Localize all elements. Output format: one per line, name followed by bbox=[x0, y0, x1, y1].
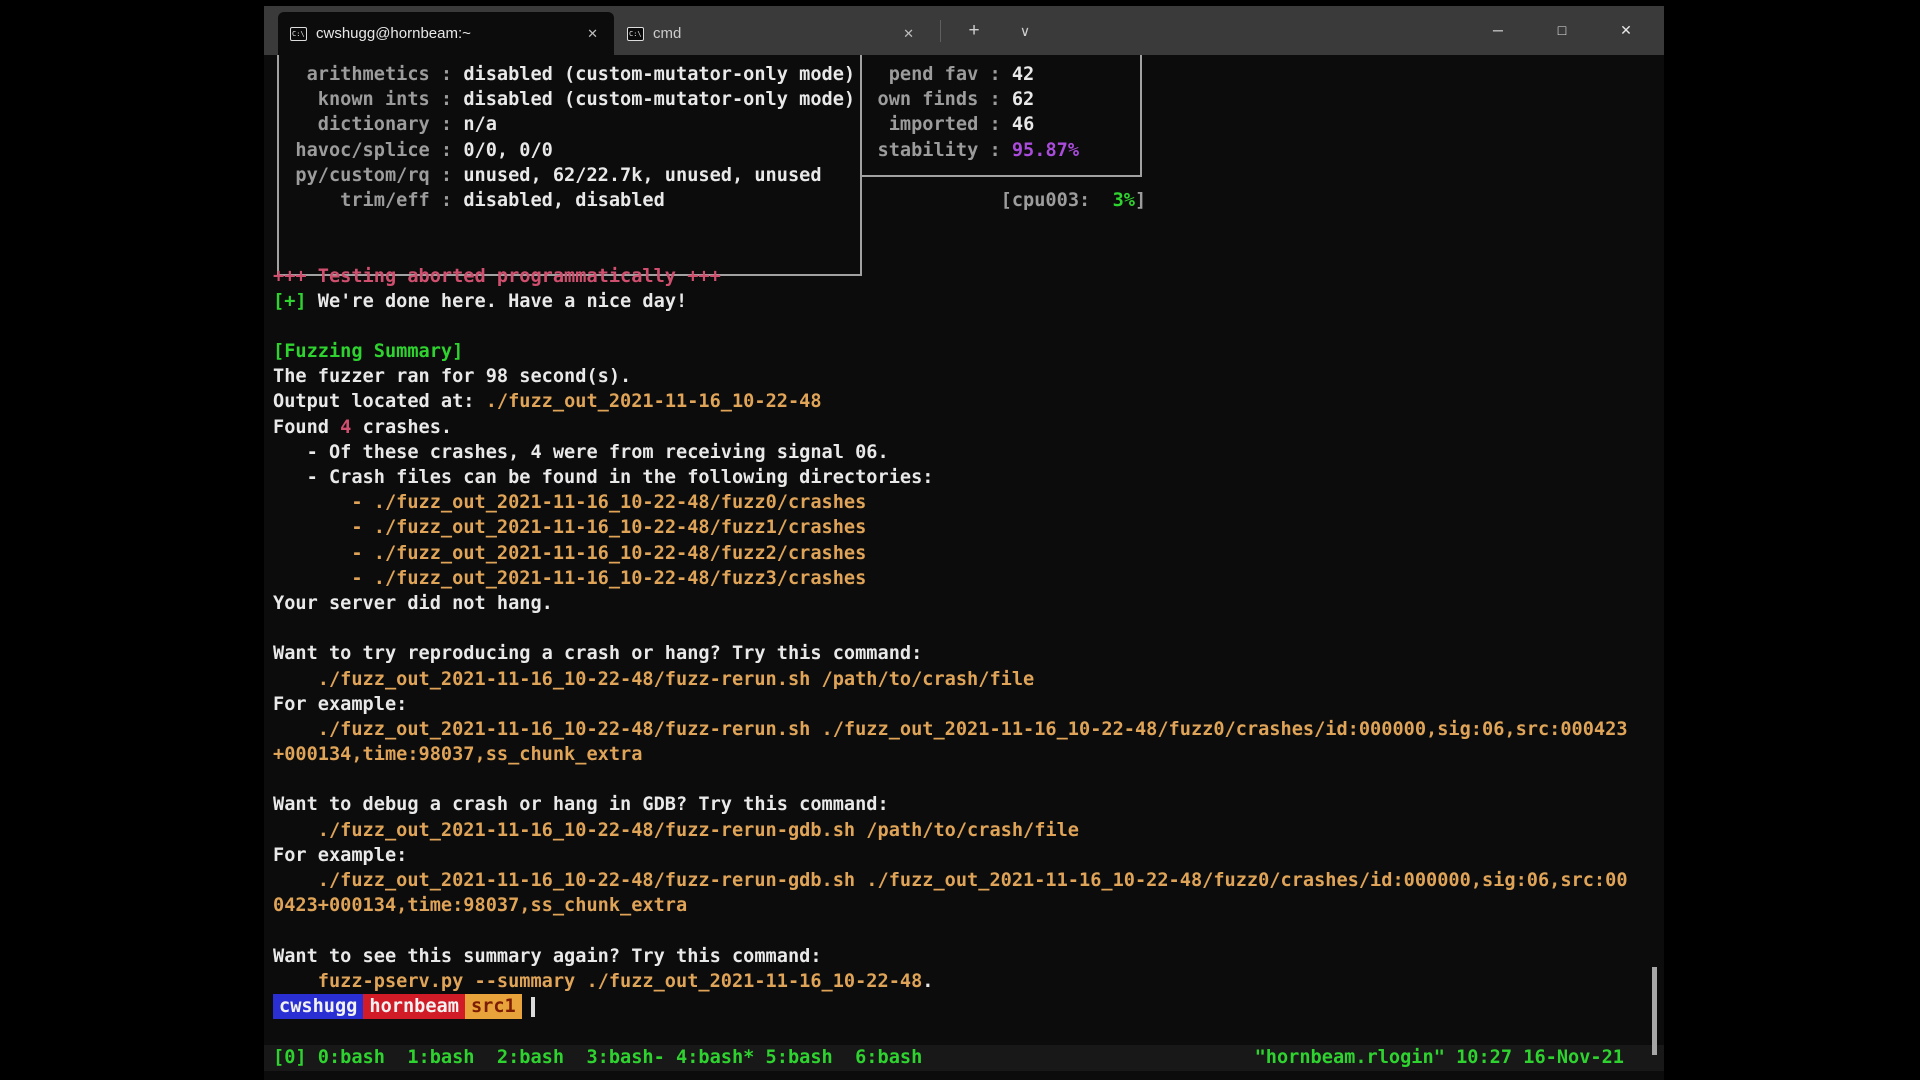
terminal-line bbox=[273, 314, 1628, 339]
terminal-line: Want to see this summary again? Try this… bbox=[273, 944, 1628, 969]
terminal-line: fuzz-pserv.py --summary ./fuzz_out_2021-… bbox=[273, 969, 1628, 994]
tmux-session-info: "hornbeam.rlogin" 10:27 16-Nov-21 bbox=[1255, 1045, 1624, 1071]
close-button[interactable]: ✕ bbox=[1594, 6, 1658, 55]
terminal-window: C:\ cwshugg@hornbeam:~ ✕ C:\ cmd ✕ + ∨ ─… bbox=[264, 6, 1664, 1080]
window-controls: ─ □ ✕ bbox=[1466, 6, 1658, 55]
tab-divider bbox=[940, 20, 941, 42]
tab-title: cwshugg@hornbeam:~ bbox=[316, 25, 581, 42]
terminal-output: arithmetics : disabled (custom-mutator-o… bbox=[273, 62, 1628, 1019]
text-cursor bbox=[531, 997, 535, 1017]
terminal-line: ./fuzz_out_2021-11-16_10-22-48/fuzz-reru… bbox=[273, 818, 1628, 843]
terminal-content[interactable]: arithmetics : disabled (custom-mutator-o… bbox=[264, 55, 1664, 1080]
new-tab-button[interactable]: + bbox=[957, 14, 991, 48]
cmd-prompt-icon: C:\ bbox=[290, 27, 307, 41]
terminal-line bbox=[273, 213, 1628, 238]
tab-title: cmd bbox=[653, 25, 897, 42]
terminal-line: dictionary : n/a imported : 46 bbox=[273, 112, 1628, 137]
terminal-line: - ./fuzz_out_2021-11-16_10-22-48/fuzz3/c… bbox=[273, 566, 1628, 591]
terminal-line: - ./fuzz_out_2021-11-16_10-22-48/fuzz2/c… bbox=[273, 541, 1628, 566]
terminal-line bbox=[273, 238, 1628, 263]
terminal-line: trim/eff : disabled, disabled [cpu003: 3… bbox=[273, 188, 1628, 213]
maximize-button[interactable]: □ bbox=[1530, 6, 1594, 55]
tab-cwshugg-hornbeam[interactable]: C:\ cwshugg@hornbeam:~ ✕ bbox=[278, 12, 614, 55]
terminal-line: 0423+000134,time:98037,ss_chunk_extra bbox=[273, 893, 1628, 918]
terminal-line: cwshugghornbeamsrc1 bbox=[273, 994, 1628, 1019]
titlebar: C:\ cwshugg@hornbeam:~ ✕ C:\ cmd ✕ + ∨ ─… bbox=[264, 6, 1664, 55]
terminal-line: ./fuzz_out_2021-11-16_10-22-48/fuzz-reru… bbox=[273, 717, 1628, 742]
terminal-line: Output located at: ./fuzz_out_2021-11-16… bbox=[273, 389, 1628, 414]
terminal-line bbox=[273, 767, 1628, 792]
terminal-line: arithmetics : disabled (custom-mutator-o… bbox=[273, 62, 1628, 87]
terminal-line: +000134,time:98037,ss_chunk_extra bbox=[273, 742, 1628, 767]
terminal-line: - Of these crashes, 4 were from receivin… bbox=[273, 440, 1628, 465]
terminal-line: +++ Testing aborted programmatically +++ bbox=[273, 264, 1628, 289]
tab-close-icon[interactable]: ✕ bbox=[897, 24, 920, 44]
terminal-line: known ints : disabled (custom-mutator-on… bbox=[273, 87, 1628, 112]
terminal-line: For example: bbox=[273, 843, 1628, 868]
terminal-line: havoc/splice : 0/0, 0/0 stability : 95.8… bbox=[273, 138, 1628, 163]
minimize-button[interactable]: ─ bbox=[1466, 6, 1530, 55]
terminal-line: ./fuzz_out_2021-11-16_10-22-48/fuzz-reru… bbox=[273, 868, 1628, 893]
terminal-line: For example: bbox=[273, 692, 1628, 717]
terminal-line bbox=[273, 616, 1628, 641]
scrollbar-thumb[interactable] bbox=[1652, 967, 1657, 1055]
terminal-line: Your server did not hang. bbox=[273, 591, 1628, 616]
terminal-line: py/custom/rq : unused, 62/22.7k, unused,… bbox=[273, 163, 1628, 188]
terminal-line: ./fuzz_out_2021-11-16_10-22-48/fuzz-reru… bbox=[273, 667, 1628, 692]
terminal-line: - ./fuzz_out_2021-11-16_10-22-48/fuzz0/c… bbox=[273, 490, 1628, 515]
terminal-line: - ./fuzz_out_2021-11-16_10-22-48/fuzz1/c… bbox=[273, 515, 1628, 540]
tab-close-icon[interactable]: ✕ bbox=[581, 24, 604, 44]
terminal-line bbox=[273, 918, 1628, 943]
terminal-line: [+] We're done here. Have a nice day! bbox=[273, 289, 1628, 314]
tmux-status-bar: [0] 0:bash 1:bash 2:bash 3:bash- 4:bash*… bbox=[264, 1045, 1664, 1071]
screen: C:\ cwshugg@hornbeam:~ ✕ C:\ cmd ✕ + ∨ ─… bbox=[0, 0, 1920, 1080]
cmd-prompt-icon: C:\ bbox=[627, 27, 644, 41]
terminal-line: The fuzzer ran for 98 second(s). bbox=[273, 364, 1628, 389]
tmux-window-list[interactable]: [0] 0:bash 1:bash 2:bash 3:bash- 4:bash*… bbox=[273, 1045, 922, 1071]
terminal-line: [Fuzzing Summary] bbox=[273, 339, 1628, 364]
tab-cmd[interactable]: C:\ cmd ✕ bbox=[615, 12, 930, 55]
terminal-line: Want to try reproducing a crash or hang?… bbox=[273, 641, 1628, 666]
tab-dropdown-button[interactable]: ∨ bbox=[1008, 14, 1042, 48]
terminal-line: Found 4 crashes. bbox=[273, 415, 1628, 440]
terminal-line: - Crash files can be found in the follow… bbox=[273, 465, 1628, 490]
terminal-line: Want to debug a crash or hang in GDB? Tr… bbox=[273, 792, 1628, 817]
